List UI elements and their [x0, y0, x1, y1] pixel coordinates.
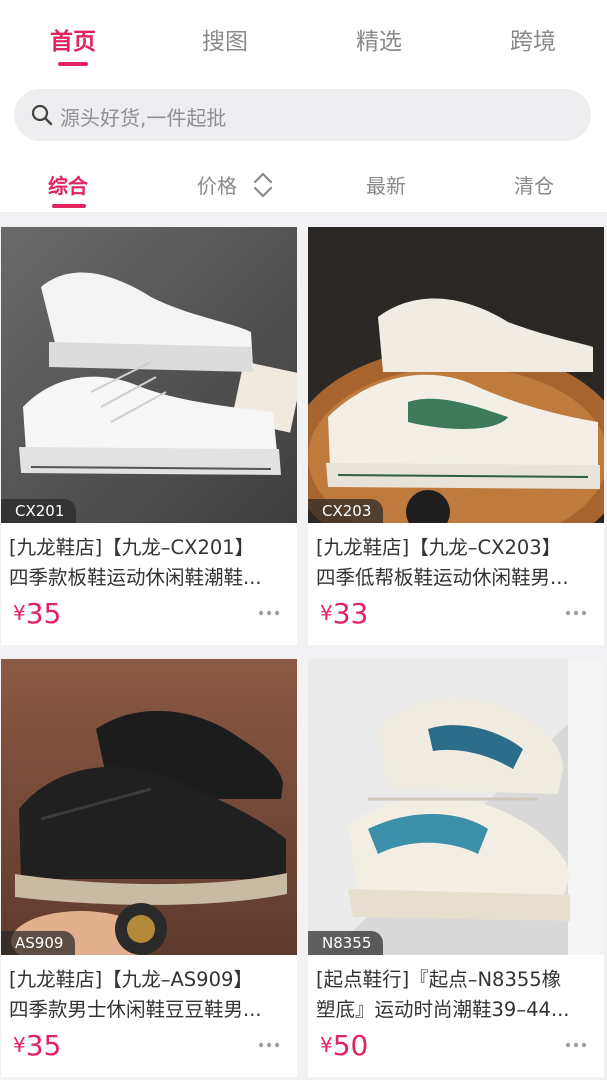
product-image: N8355	[308, 659, 604, 955]
more-icon[interactable]	[257, 609, 281, 617]
tab-featured[interactable]: 精选	[319, 22, 439, 56]
tab-image-search-label: 搜图	[202, 29, 248, 55]
product-price: ¥33	[320, 597, 368, 630]
sort-tab-price[interactable]: 价格	[197, 170, 237, 199]
tab-home[interactable]: 首页	[13, 22, 133, 66]
product-code-badge: AS909	[1, 931, 76, 955]
product-card[interactable]: CX201 [九龙鞋店]【九龙–CX201】 四季款板鞋运动休闲鞋潮鞋... ¥…	[1, 227, 297, 645]
tab-cross-border-label: 跨境	[510, 29, 556, 55]
currency-symbol: ¥	[320, 601, 333, 625]
product-code-badge: CX201	[1, 499, 77, 523]
product-card[interactable]: AS909 [九龙鞋店]【九龙–AS909】 四季款男士休闲鞋豆豆鞋男... ¥…	[1, 659, 297, 1077]
more-icon[interactable]	[564, 609, 588, 617]
currency-symbol: ¥	[320, 1033, 333, 1057]
sort-tab-price-label: 价格	[197, 174, 237, 198]
search-placeholder: 源头好货,一件起批	[60, 106, 227, 130]
product-title-line2: 塑底』运动时尚潮鞋39–44...	[316, 998, 570, 1021]
product-card[interactable]: CX203 [九龙鞋店]【九龙–CX203】 四季低帮板鞋运动休闲鞋男... ¥…	[308, 227, 604, 645]
product-title-line1: [九龙鞋店]【九龙–AS909】	[9, 968, 253, 991]
product-card[interactable]: N8355 [起点鞋行]『起点–N8355橡 塑底』运动时尚潮鞋39–44...…	[308, 659, 604, 1077]
product-title-line2: 四季款板鞋运动休闲鞋潮鞋...	[9, 566, 262, 589]
sort-tab-indicator	[52, 204, 86, 208]
currency-symbol: ¥	[13, 1033, 26, 1057]
product-price: ¥50	[320, 1029, 368, 1062]
search-input[interactable]: 源头好货,一件起批	[14, 89, 591, 141]
product-price: ¥35	[13, 1029, 61, 1062]
more-icon[interactable]	[257, 1041, 281, 1049]
sort-tab-comprehensive[interactable]: 综合	[48, 170, 88, 208]
sort-tab-newest[interactable]: 最新	[366, 170, 406, 199]
tab-home-label: 首页	[50, 29, 96, 55]
product-code-badge: N8355	[308, 931, 384, 955]
sort-tab-newest-label: 最新	[366, 174, 406, 198]
tab-cross-border[interactable]: 跨境	[473, 22, 593, 56]
price-value: 33	[332, 597, 369, 630]
product-title-line1: [九龙鞋店]【九龙–CX203】	[316, 536, 562, 559]
search-icon	[31, 104, 53, 126]
product-title-line2: 四季低帮板鞋运动休闲鞋男...	[316, 566, 569, 589]
tab-image-search[interactable]: 搜图	[165, 22, 285, 56]
sort-tab-clearance-label: 清仓	[514, 174, 554, 198]
product-image: AS909	[1, 659, 297, 955]
sort-tab-comprehensive-label: 综合	[48, 174, 88, 198]
price-value: 35	[25, 597, 62, 630]
tab-featured-label: 精选	[356, 29, 402, 55]
product-image: CX201	[1, 227, 297, 523]
product-price: ¥35	[13, 597, 61, 630]
product-title-line2: 四季款男士休闲鞋豆豆鞋男...	[9, 998, 262, 1021]
product-title-line1: [九龙鞋店]【九龙–CX201】	[9, 536, 255, 559]
product-image: CX203	[308, 227, 604, 523]
sort-tab-clearance[interactable]: 清仓	[514, 170, 554, 199]
product-title-line1: [起点鞋行]『起点–N8355橡	[316, 968, 562, 991]
top-tab-bar: 首页 搜图 精选 跨境	[0, 0, 607, 80]
sort-updown-icon[interactable]	[252, 171, 274, 199]
price-value: 50	[332, 1029, 369, 1062]
price-value: 35	[25, 1029, 62, 1062]
more-icon[interactable]	[564, 1041, 588, 1049]
sort-tab-bar: 综合 价格 最新 清仓	[0, 160, 607, 210]
header: 首页 搜图 精选 跨境 源头好货,一件起批 综合 价格 最新 清仓	[0, 0, 607, 212]
product-code-badge: CX203	[308, 499, 384, 523]
currency-symbol: ¥	[13, 601, 26, 625]
tab-home-indicator	[58, 62, 88, 66]
